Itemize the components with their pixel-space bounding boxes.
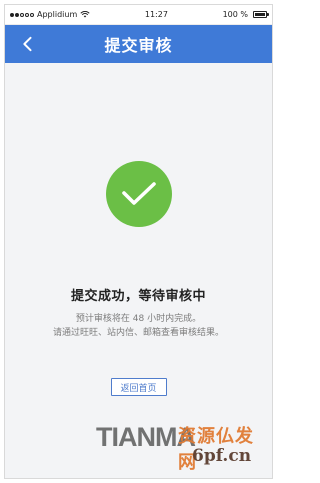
checkmark-icon [121,182,156,205]
status-time: 11:27 [144,10,168,19]
success-message-line-1: 预计审核将在 48 小时内完成。 [75,314,202,324]
status-right: 100 % [222,10,269,19]
signal-strength-icon [10,12,34,17]
phone-screen: Applidium 11:27 100 % 提交审核 提交成功，等待审核中 预计… [4,4,273,479]
success-icon-container [105,161,172,227]
back-button[interactable] [15,32,39,56]
battery-icon [252,11,269,18]
navigation-bar: 提交审核 [5,25,272,63]
main-content: 提交成功，等待审核中 预计审核将在 48 小时内完成。 请通过旺旺、站内信、邮箱… [5,63,272,478]
page-title: 提交审核 [104,36,173,55]
battery-percent: 100 % [222,10,248,19]
status-left: Applidium [10,10,90,19]
watermark-domain: 6pf.cn [192,446,252,466]
success-title: 提交成功，等待审核中 [70,289,206,304]
chevron-left-icon [23,36,32,52]
watermark: TIANMA 资源仏发网 6pf.cn [96,418,264,473]
status-bar: Applidium 11:27 100 % [5,5,272,25]
wifi-icon [80,11,90,18]
carrier-name: Applidium [37,10,78,19]
return-home-button[interactable]: 返回首页 [110,378,167,396]
success-message-line-2: 请通过旺旺、站内信、邮箱查看审核结果。 [52,328,224,338]
